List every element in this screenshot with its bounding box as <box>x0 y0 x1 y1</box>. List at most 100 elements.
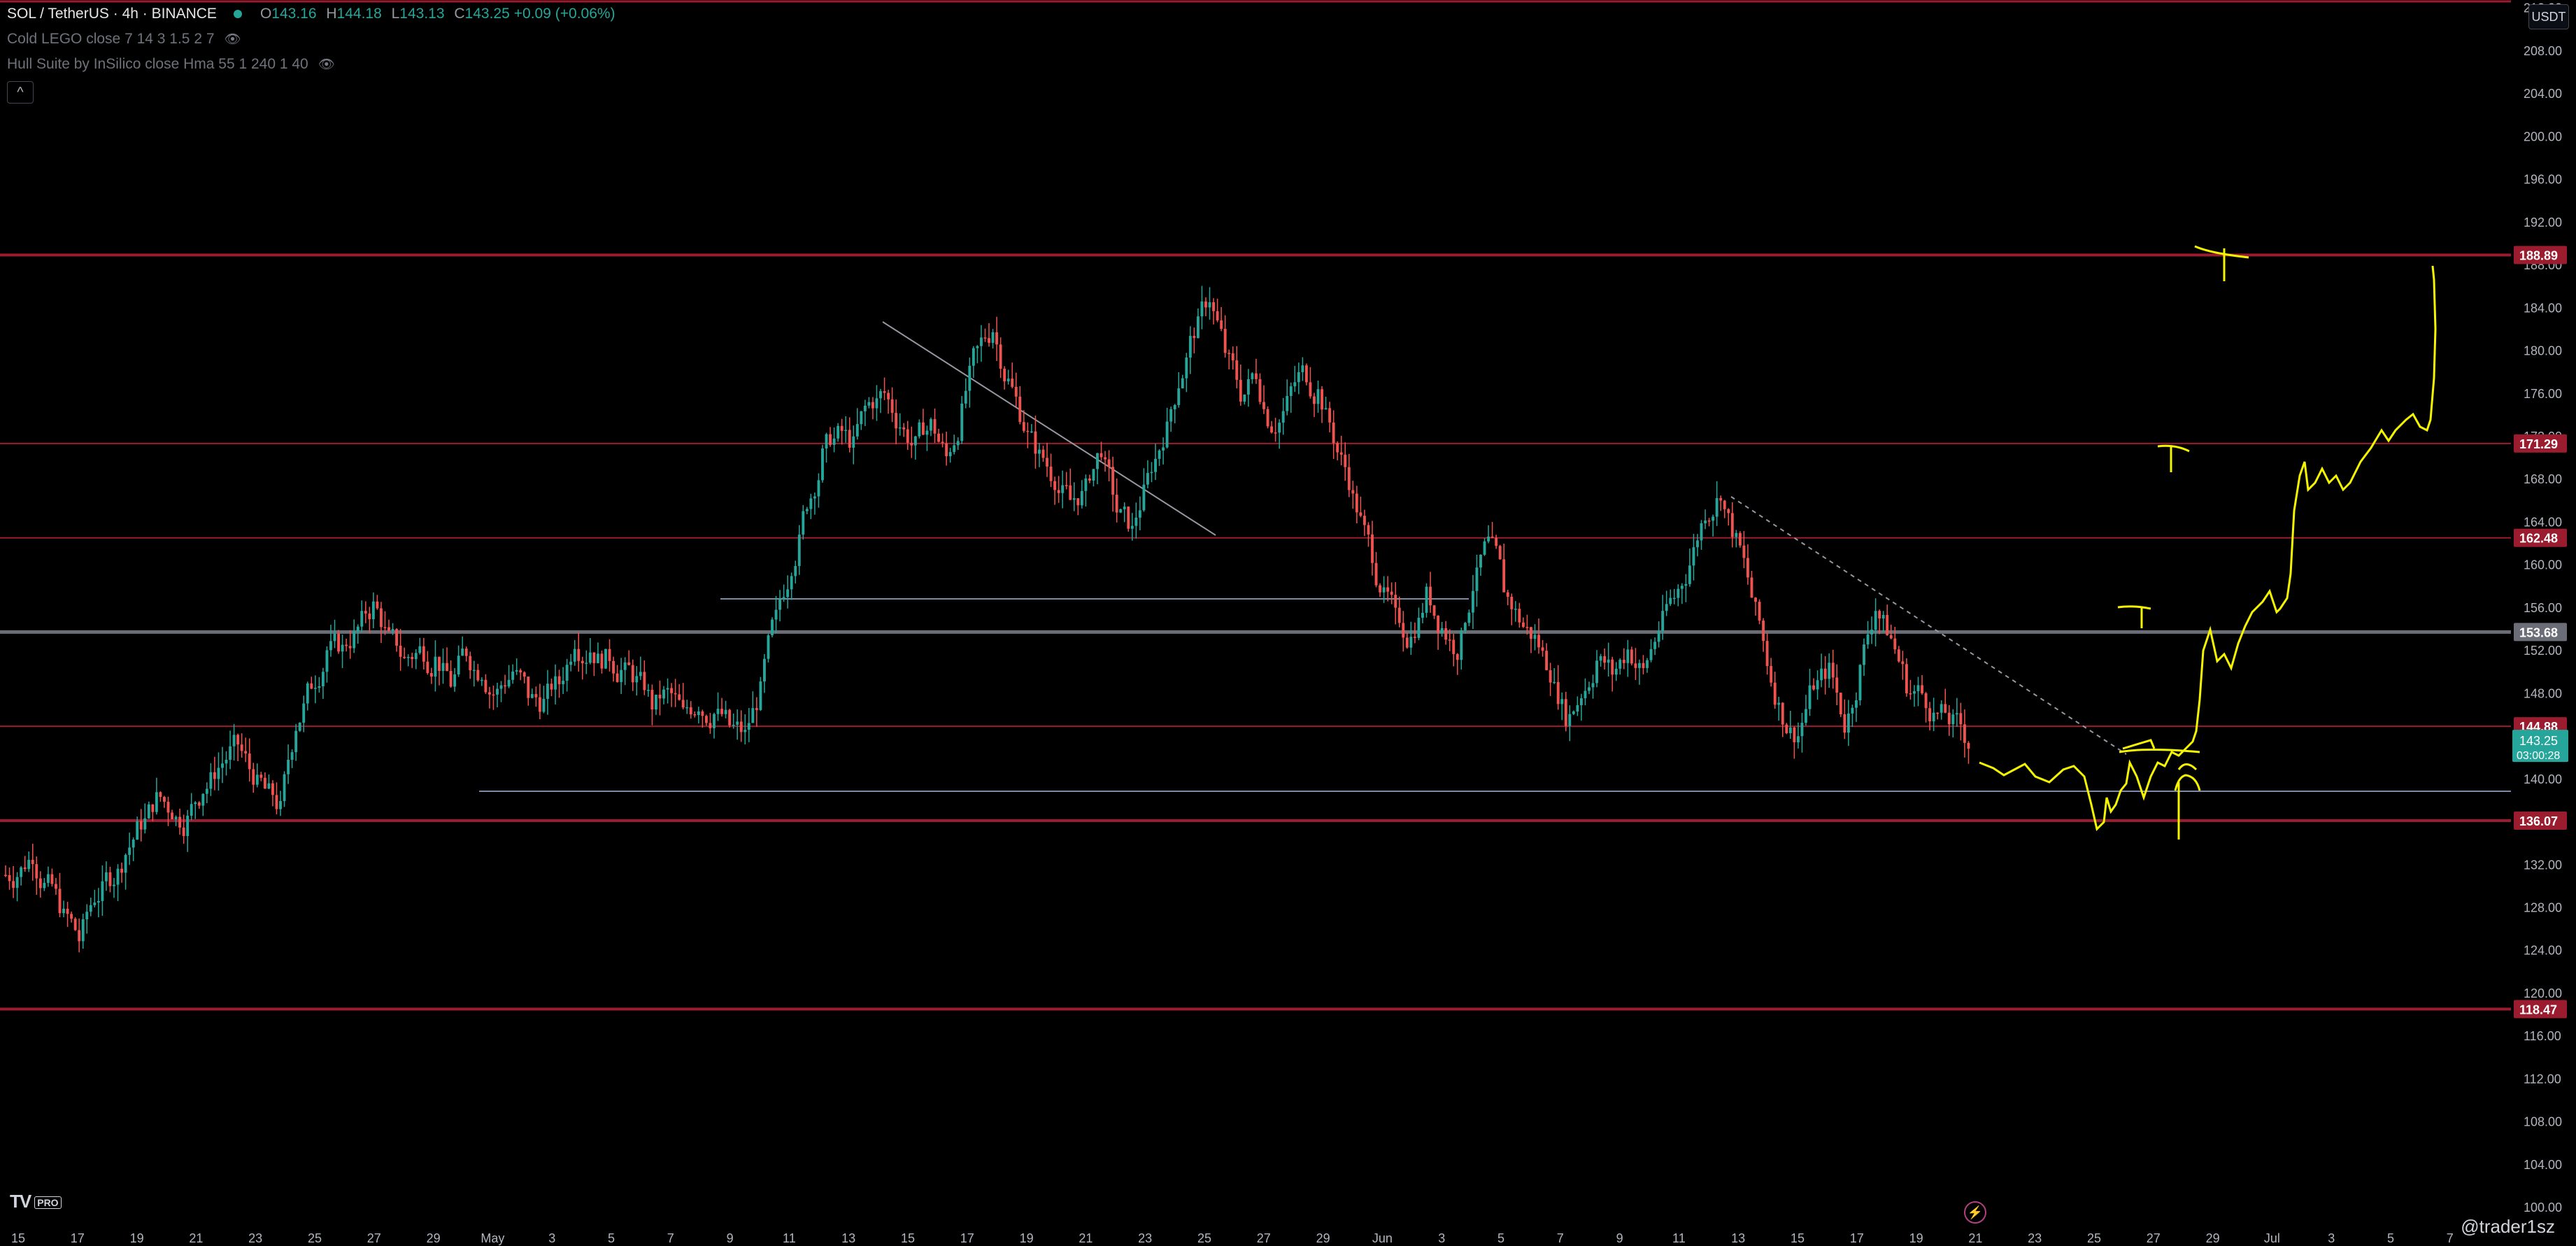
lightning-icon[interactable]: ⚡ <box>1964 1201 1986 1224</box>
candle-body <box>1223 329 1227 353</box>
candle-body <box>1444 628 1448 640</box>
target-mark-1 <box>2117 605 2151 628</box>
eye-hidden-icon[interactable]: 👁 <box>318 56 335 73</box>
candle-body <box>530 694 534 698</box>
candle-body <box>1677 588 1680 598</box>
candle-body <box>480 679 483 681</box>
candle-body <box>697 711 700 716</box>
candle-body <box>411 656 414 660</box>
candle-body <box>263 777 266 789</box>
candle-body <box>255 774 259 785</box>
candle-body <box>635 676 639 683</box>
candle-body <box>646 690 650 691</box>
candle-body <box>1100 453 1103 458</box>
indicator-legend-hull-suite[interactable]: Hull Suite by InSilico close Hma 55 1 24… <box>7 56 335 73</box>
candle-body <box>1951 714 1955 725</box>
candle-body <box>1041 449 1045 458</box>
candle-body <box>867 402 871 406</box>
candle-body <box>50 874 54 884</box>
candle-body <box>1595 660 1599 684</box>
candle-body <box>85 912 89 920</box>
candle-body <box>1897 649 1900 662</box>
low-value: 143.13 <box>399 6 445 22</box>
candle-body <box>163 797 166 802</box>
candle-body <box>1572 711 1575 714</box>
candle-body <box>55 884 57 889</box>
candle-body <box>232 735 236 746</box>
candle-body <box>1382 587 1386 593</box>
candle-body <box>1065 485 1068 486</box>
candle-body <box>1208 302 1211 308</box>
candle-body <box>825 434 828 449</box>
candle-body <box>1672 597 1676 600</box>
candle-body <box>1793 727 1796 743</box>
candle-body <box>1665 604 1668 611</box>
collapse-legend-button[interactable]: ^ <box>7 81 34 104</box>
candle-body <box>1750 577 1753 598</box>
candle-body <box>1246 378 1250 395</box>
candle-body <box>1339 452 1343 455</box>
tradingview-logo[interactable]: TV PRO <box>10 1191 62 1212</box>
time-tick-label: 27 <box>2147 1231 2161 1245</box>
candle-body <box>190 804 193 816</box>
candle-body <box>1893 638 1897 650</box>
candle-body <box>1479 554 1482 568</box>
candle-body <box>1123 507 1126 509</box>
symbol-legend[interactable]: SOL / TetherUS · 4h · BINANCE O143.16 H14… <box>7 6 615 22</box>
candle-body <box>1390 591 1393 595</box>
candle-body <box>1816 680 1819 690</box>
level-badge-label: 136.07 <box>2519 814 2558 828</box>
candle-body <box>1336 443 1339 453</box>
candle-body <box>504 685 507 687</box>
eye-hidden-icon[interactable]: 👁 <box>225 31 241 48</box>
candle-body <box>1266 409 1269 427</box>
candle-body <box>1560 699 1564 705</box>
candle-body <box>1785 724 1788 733</box>
author-watermark: @trader1sz <box>2461 1216 2555 1237</box>
candle-body <box>197 802 201 806</box>
candle-body <box>1332 422 1335 444</box>
candle-body <box>956 441 960 446</box>
candle-body <box>1084 478 1088 491</box>
candle-body <box>1309 382 1312 397</box>
candle-body <box>906 429 909 443</box>
candle-body <box>1429 586 1432 606</box>
candle-body <box>612 660 615 674</box>
candle-body <box>70 914 73 919</box>
candle-body <box>716 709 720 714</box>
candle-body <box>461 649 464 656</box>
price-tick-label: 128.00 <box>2524 901 2562 915</box>
candle-body <box>166 802 170 813</box>
candle-body <box>1746 558 1749 578</box>
currency-selector[interactable]: USDT <box>2528 4 2569 29</box>
indicator2-label: Hull Suite by InSilico close Hma 55 1 24… <box>7 56 308 72</box>
time-tick-label: 19 <box>1909 1231 1923 1245</box>
candle-body <box>1599 656 1602 661</box>
candle-body <box>1386 587 1390 592</box>
candle-body <box>1874 611 1877 630</box>
symbol-title[interactable]: SOL / TetherUS · 4h · BINANCE <box>7 6 217 22</box>
candle-body <box>1402 623 1405 638</box>
candle-body <box>542 698 546 712</box>
candle-body <box>15 877 19 889</box>
candle-body <box>488 692 491 695</box>
candle-body <box>1607 659 1610 663</box>
candle-body <box>1286 395 1289 411</box>
price-chart[interactable]: 212.00208.00204.00200.00196.00192.00188.… <box>0 0 2576 1246</box>
candle-body <box>1712 516 1715 521</box>
candle-body <box>159 792 162 798</box>
candle-body <box>414 653 418 660</box>
trendline-drawings <box>479 321 2511 792</box>
candle-body <box>631 665 634 683</box>
candle-body <box>1165 421 1169 448</box>
candle-body <box>23 867 27 870</box>
candle-body <box>1262 402 1265 409</box>
candle-body <box>585 663 588 664</box>
candle-body <box>809 498 813 509</box>
indicator-legend-cold-lego[interactable]: Cold LEGO close 7 14 3 1.5 2 7 👁 <box>7 31 241 48</box>
candle-body <box>557 676 561 684</box>
candle-body <box>1127 507 1130 529</box>
candle-body <box>1181 378 1184 389</box>
candle-body <box>429 673 433 677</box>
time-tick-label: 17 <box>960 1231 974 1245</box>
